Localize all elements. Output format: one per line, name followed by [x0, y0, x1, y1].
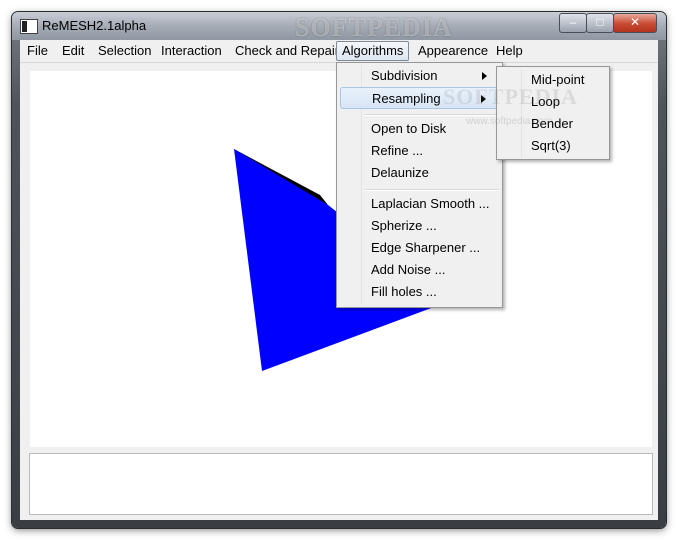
- menu-bar: File Edit Selection Interaction Check an…: [20, 40, 658, 63]
- menu-item-label: Sqrt(3): [531, 138, 571, 153]
- output-console[interactable]: [29, 453, 653, 515]
- menu-algorithms[interactable]: Algorithms: [336, 41, 410, 61]
- menu-item-label: Resampling: [372, 91, 441, 106]
- menu-item-label: Delaunize: [371, 165, 429, 180]
- menu-help[interactable]: Help: [491, 42, 528, 60]
- minimize-button[interactable]: –: [559, 13, 587, 33]
- menu-item-label: Subdivision: [371, 68, 438, 83]
- menu-item-label: Spherize ...: [371, 218, 437, 233]
- menu-appearence[interactable]: Appearence: [413, 42, 493, 60]
- menu-check-and-repair[interactable]: Check and Repair: [230, 42, 344, 60]
- menu-item-refine[interactable]: Refine ...: [340, 140, 499, 162]
- menu-item-edge-sharpener[interactable]: Edge Sharpener ...: [340, 237, 499, 259]
- menu-edit[interactable]: Edit: [57, 42, 89, 60]
- menu-file[interactable]: File: [22, 42, 53, 60]
- menu-item-laplacian-smooth[interactable]: Laplacian Smooth ...: [340, 193, 499, 215]
- menu-item-label: Open to Disk: [371, 121, 447, 136]
- menu-item-label: Refine ...: [371, 143, 424, 158]
- menu-item-delaunize[interactable]: Delaunize: [340, 162, 499, 184]
- softpedia-watermark-url: www.softpedia.com: [466, 116, 553, 127]
- menu-selection[interactable]: Selection: [93, 42, 156, 60]
- app-icon[interactable]: [20, 19, 38, 34]
- menu-item-spherize[interactable]: Spherize ...: [340, 215, 499, 237]
- close-button[interactable]: ✕: [613, 13, 657, 33]
- maximize-button[interactable]: □: [586, 13, 614, 33]
- menu-item-add-noise[interactable]: Add Noise ...: [340, 259, 499, 281]
- menu-item-label: Fill holes ...: [371, 284, 437, 299]
- window-title: ReMESH2.1alpha: [42, 18, 147, 33]
- menu-item-fill-holes[interactable]: Fill holes ...: [340, 281, 499, 303]
- subdivision-submenu: Mid-point Loop Bender Sqrt(3): [496, 66, 610, 160]
- menu-interaction[interactable]: Interaction: [156, 42, 227, 60]
- submenu-arrow-icon: [482, 72, 487, 80]
- menu-separator: [365, 189, 499, 191]
- softpedia-watermark-overlay: SOFTPEDIA: [443, 84, 578, 109]
- menu-item-label: Edge Sharpener ...: [371, 240, 481, 255]
- menu-item-label: Laplacian Smooth ...: [371, 196, 490, 211]
- menu-item-sqrt3[interactable]: Sqrt(3): [500, 135, 606, 157]
- softpedia-watermark: SOFTPEDIA: [295, 13, 453, 42]
- menu-item-label: Add Noise ...: [371, 262, 446, 277]
- title-bar[interactable]: ReMESH2.1alpha SOFTPEDIA – □ ✕: [12, 12, 666, 42]
